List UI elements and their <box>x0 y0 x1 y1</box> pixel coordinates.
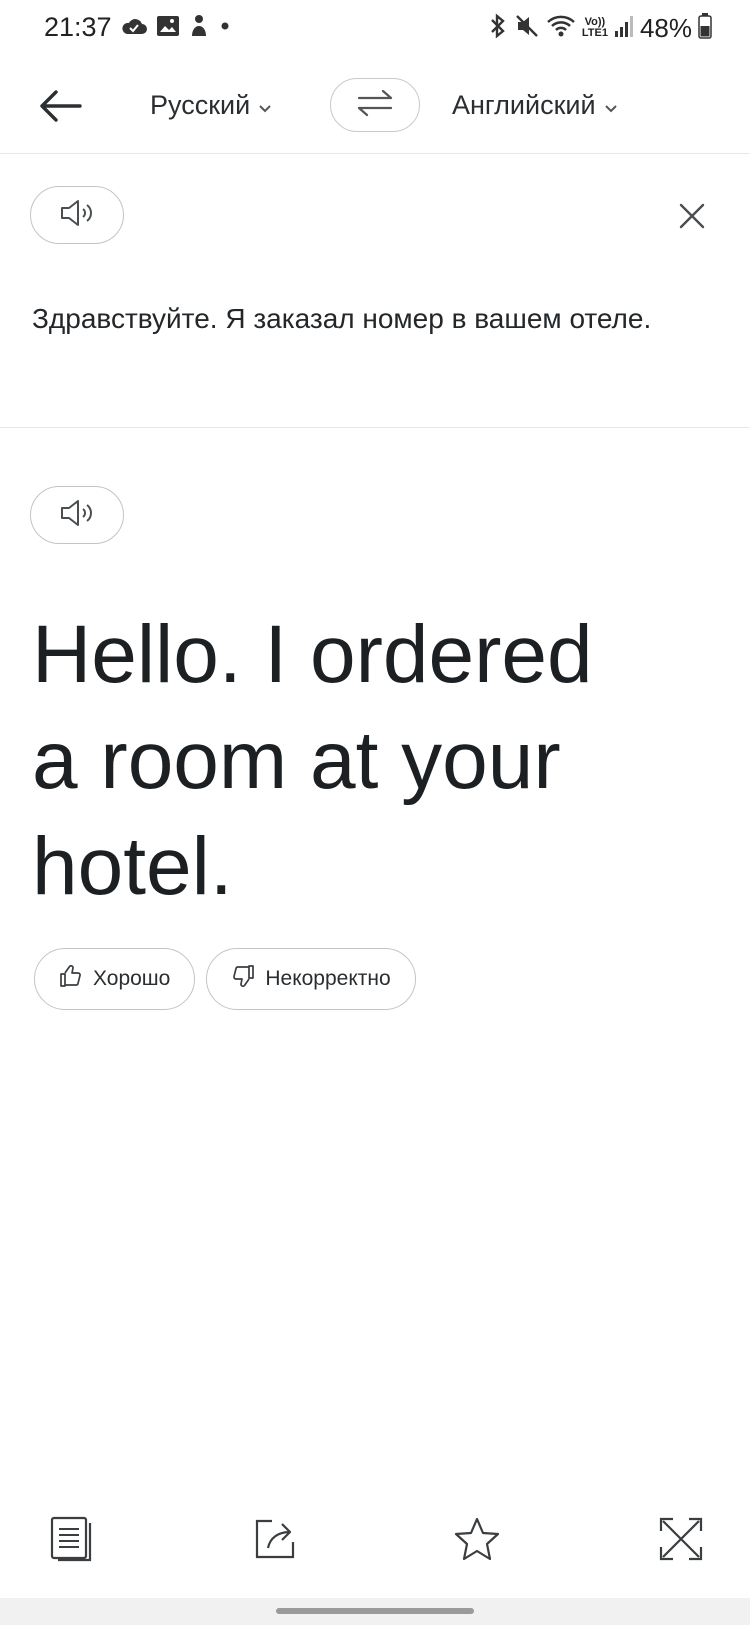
status-right: Vo)) LTE1 48% <box>488 12 712 44</box>
feedback-bad-button[interactable]: Некорректно <box>206 948 416 1010</box>
speaker-icon <box>58 498 96 533</box>
home-indicator[interactable] <box>276 1608 474 1614</box>
feedback-bad-label: Некорректно <box>265 967 391 990</box>
feedback-buttons: Хорошо Некорректно <box>34 948 416 1010</box>
translation-panel: Hello. I ordered a room at your hotel. Х… <box>0 430 750 1030</box>
source-language-selector[interactable]: Русский <box>150 90 272 121</box>
target-language-label: Английский <box>452 90 596 120</box>
share-button[interactable] <box>250 1516 300 1566</box>
chevron-down-icon <box>258 90 272 121</box>
feedback-good-label: Хорошо <box>93 967 171 990</box>
source-text[interactable]: Здравствуйте. Я заказал номер в вашем от… <box>32 297 672 341</box>
thumbs-down-icon <box>231 964 255 994</box>
battery-text: 48% <box>639 12 692 43</box>
status-time: 21:37 <box>44 12 112 42</box>
clear-button[interactable] <box>674 200 710 236</box>
wifi-icon <box>546 13 576 44</box>
back-button[interactable] <box>34 82 86 134</box>
status-bar: 21:37 Vo)) LTE1 48% <box>0 0 750 56</box>
close-icon <box>678 202 706 235</box>
mute-icon <box>514 13 540 44</box>
notification-icon <box>188 14 210 43</box>
signal-icon <box>614 14 634 43</box>
cloud-icon <box>120 16 148 41</box>
speaker-icon <box>58 198 96 233</box>
dot-icon <box>218 19 232 38</box>
feedback-good-button[interactable]: Хорошо <box>34 948 196 1010</box>
copy-icon <box>49 1515 93 1568</box>
system-nav-bar <box>0 1598 750 1625</box>
favorite-button[interactable] <box>452 1516 502 1566</box>
bottom-action-bar <box>0 1508 750 1578</box>
copy-button[interactable] <box>46 1516 96 1566</box>
source-speak-button[interactable] <box>30 186 124 244</box>
source-language-label: Русский <box>150 90 251 120</box>
battery-icon <box>698 12 712 44</box>
fullscreen-button[interactable] <box>656 1516 706 1566</box>
translation-speak-button[interactable] <box>30 486 124 544</box>
volte-icon: Vo)) LTE1 <box>582 17 608 39</box>
swap-icon <box>355 88 395 123</box>
target-language-selector[interactable]: Английский <box>452 90 618 121</box>
bluetooth-icon <box>488 12 508 44</box>
chevron-down-icon <box>604 90 618 121</box>
translation-text: Hello. I ordered a room at your hotel. <box>32 609 593 912</box>
source-panel: Здравствуйте. Я заказал номер в вашем от… <box>0 155 750 428</box>
share-icon <box>252 1516 298 1567</box>
volte-bottom: LTE1 <box>581 27 608 39</box>
arrow-left-icon <box>38 89 82 127</box>
fullscreen-icon <box>658 1516 704 1567</box>
image-icon <box>156 15 180 42</box>
swap-languages-button[interactable] <box>330 78 420 132</box>
star-icon <box>454 1516 500 1567</box>
thumbs-up-icon <box>59 964 83 994</box>
status-left-icons <box>120 14 232 42</box>
language-toolbar: Русский Английский <box>0 64 750 154</box>
